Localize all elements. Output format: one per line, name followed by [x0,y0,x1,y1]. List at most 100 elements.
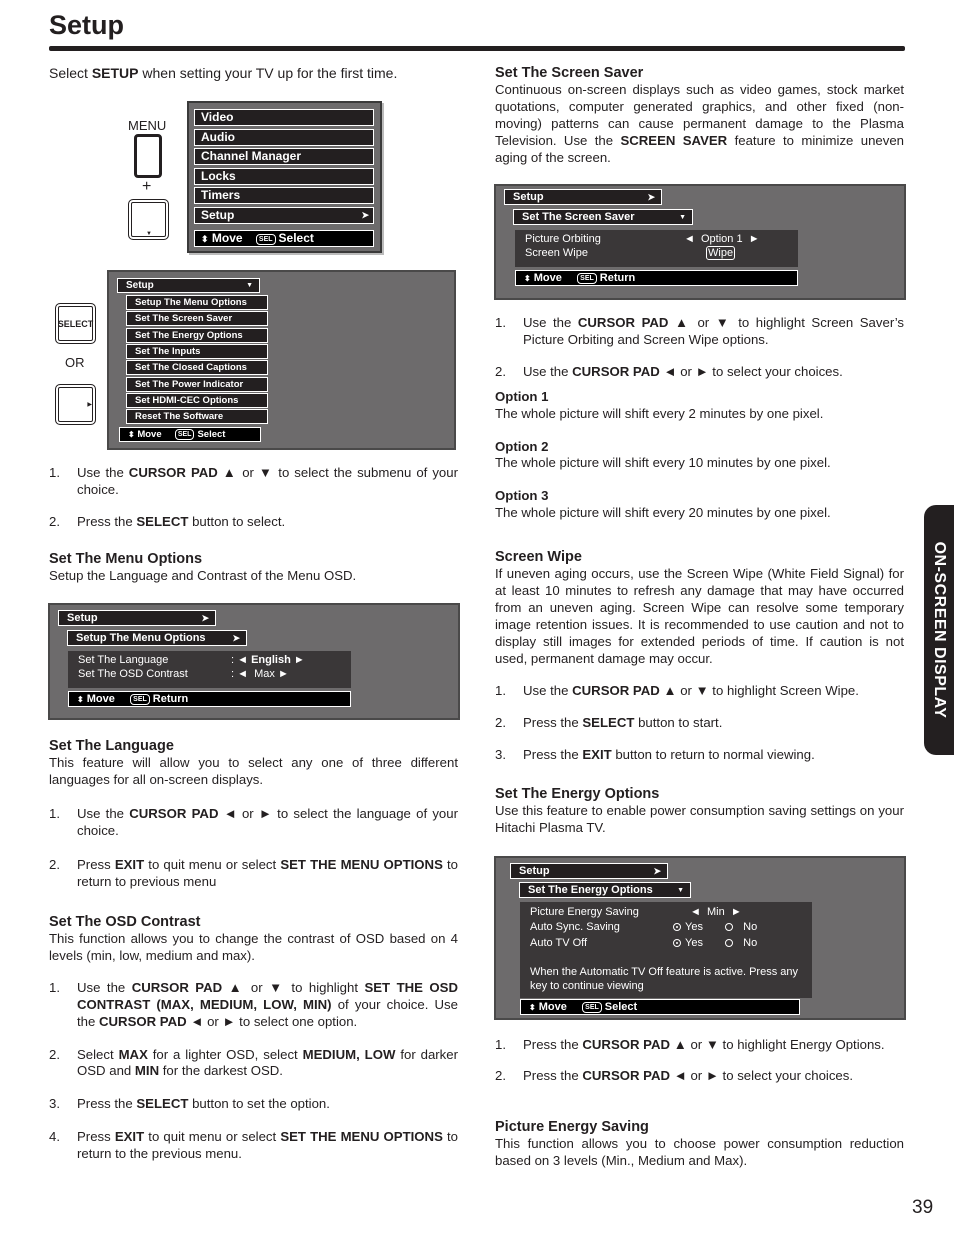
bold-text: SELECT [136,513,189,529]
text: button to set the option. [188,1096,330,1112]
step-number: 2. [495,363,506,379]
text: Press the [523,1067,583,1083]
osd-sub-header[interactable]: Setup The Menu Options ➤ [67,630,247,646]
text: Use the [523,363,573,379]
text: to quit menu or select [144,856,281,872]
picture-orbiting-value: Option 1 [701,233,743,245]
auto-sync-no-radio[interactable]: No [725,921,757,933]
screen-saver-osd: Setup ➤ Set The Screen Saver ▼ Picture Orb… [494,184,906,300]
osd-setup-header[interactable]: Setup ➤ [58,610,216,626]
sel-key-icon: SEL [130,693,150,705]
intro-text: Select SETUP when setting your TV up for… [49,65,397,81]
section-side-tab: ON-SCREEN DISPLAY [924,505,954,755]
osd-setup-header[interactable]: Setup ➤ [510,863,668,879]
step-number: 1. [495,1037,506,1052]
cursor-right-key[interactable]: ▶ [55,384,96,425]
main-menu-item-video[interactable]: Video [194,109,374,126]
step-item: 2. Select MAX for a lighter OSD, select M… [49,1047,458,1081]
picture-orbiting-label: Picture Orbiting [525,233,601,245]
wipe-button[interactable]: Wipe [706,246,736,260]
auto-off-no-radio[interactable]: No [725,937,757,949]
cursor-down-key[interactable]: ▼ [128,199,169,240]
setup-menu-item[interactable]: Set HDMI-CEC Options [126,392,268,408]
radio-empty-icon [725,939,733,947]
language-selector[interactable]: : ◄ English ► [231,654,305,666]
option-title: Option 2 [495,438,549,454]
text: button to select. [188,513,286,529]
bold-text: SCREEN SAVER [620,132,728,148]
step-number: 2. [49,1046,60,1062]
main-menu-item-channel-manager[interactable]: Channel Manager [194,148,374,165]
setup-menu-item[interactable]: Set The Energy Options [126,327,268,343]
picture-energy-selector[interactable]: ◄ Min ► [690,906,742,918]
language-text: This feature will allow you to select an… [49,755,458,787]
language-value: English [251,654,291,666]
screen-wipe-heading: Screen Wipe [495,549,582,565]
bold-text: MIN [134,1063,160,1079]
setup-menu-item[interactable]: Setup The Menu Options [126,295,268,310]
main-menu-item-locks[interactable]: Locks [194,168,374,185]
setup-menu-item[interactable]: Reset The Software [126,409,268,425]
menu-key[interactable] [134,134,162,178]
language-heading: Set The Language [49,738,174,754]
text: Select [77,1046,119,1062]
bold-text: EXIT [582,747,612,763]
setup-menu-header[interactable]: Setup ▼ [117,278,260,293]
picture-orbiting-selector[interactable]: ◄ Option 1 ► [684,233,760,245]
main-menu-item-setup[interactable]: Setup ➤ [194,207,374,224]
footer-move-label: Move [86,693,115,705]
step-number: 2. [495,1067,506,1083]
main-menu-item-audio[interactable]: Audio [194,129,374,146]
auto-sync-yes-radio[interactable]: Yes [673,921,703,933]
step-number: 1. [49,805,60,821]
bold-text: CURSOR PAD [572,683,660,699]
bold-text: EXIT [114,1129,145,1145]
sel-key-icon: SEL [577,272,597,284]
setup-menu-item[interactable]: Set The Inputs [126,343,268,359]
bold-text: MAX [118,1046,148,1062]
step-number: 4. [49,1129,60,1145]
osd-contrast-section: Set The OSD Contrast This function allow… [49,914,458,1163]
intro-pre: Select [49,65,92,81]
main-menu-osd: Video Audio Channel Manager Locks Timers… [187,101,382,253]
footer-move-label: Move [137,429,162,440]
language-row-label: Set The Language [78,654,169,666]
step-item: 3. Press the EXIT button to return to nor… [495,747,904,764]
step-item: 2. Press the CURSOR PAD ◄ or ► to select … [495,1068,904,1085]
main-menu-item-setup-label: Setup [201,208,235,222]
auto-off-yes-radio[interactable]: Yes [673,937,703,949]
menu-options-heading: Set The Menu Options [49,551,203,567]
osd-contrast-text: This function allows you to change the c… [49,931,458,963]
page-title: Setup [49,10,125,40]
yes-label: Yes [685,921,703,933]
submenu-steps: 1. Use the CURSOR PAD ▲ or ▼ to select th… [49,465,458,531]
chevron-right-icon: ➤ [361,210,369,220]
option-block: Option 3 The whole picture will shift eve… [495,488,904,522]
energy-osd: Setup ➤ Set The Energy Options ▼ Picture E… [494,856,906,1020]
osd-sub-header[interactable]: Set The Screen Saver ▼ [513,209,693,225]
screen-saver-text: Continuous on-screen displays such as vi… [495,82,904,167]
osd-sub-header[interactable]: Set The Energy Options ▼ [519,882,691,898]
page-number: 39 [912,1197,934,1218]
step-number: 2. [49,513,60,529]
intro-post: when setting your TV up for the first ti… [138,65,398,81]
picture-energy-value: Min [707,906,725,918]
text: ▲ or ▼ to highlight Energy Options. [670,1037,885,1052]
step-item: 1. Use the CURSOR PAD ▲ or ▼ to highlight… [495,315,904,349]
contrast-selector[interactable]: : ◄ Max ► [231,668,289,680]
text: ◄ or ► to select your choices. [659,363,843,379]
select-key[interactable]: SELECT [55,303,96,344]
bold-text: CURSOR PAD [131,979,223,995]
step-item: 2. Use the CURSOR PAD ◄ or ► to select yo… [495,364,904,381]
text: for the darkest OSD. [159,1063,283,1079]
energy-section: Set The Energy Options Use this feature … [495,786,904,837]
setup-menu-item[interactable]: Set The Closed Captions [126,360,268,376]
main-menu-item-timers[interactable]: Timers [194,187,374,204]
option-text: The whole picture will shift every 20 mi… [495,505,831,521]
menu-options-section: Set The Menu Options Setup the Language … [49,551,458,585]
osd-setup-header[interactable]: Setup ➤ [504,189,662,205]
right-arrow-icon: ▶ [87,402,92,408]
setup-menu-item[interactable]: Set The Power Indicator [126,376,268,392]
footer-move-label: Move [533,272,562,284]
setup-menu-item[interactable]: Set The Screen Saver [126,311,268,327]
